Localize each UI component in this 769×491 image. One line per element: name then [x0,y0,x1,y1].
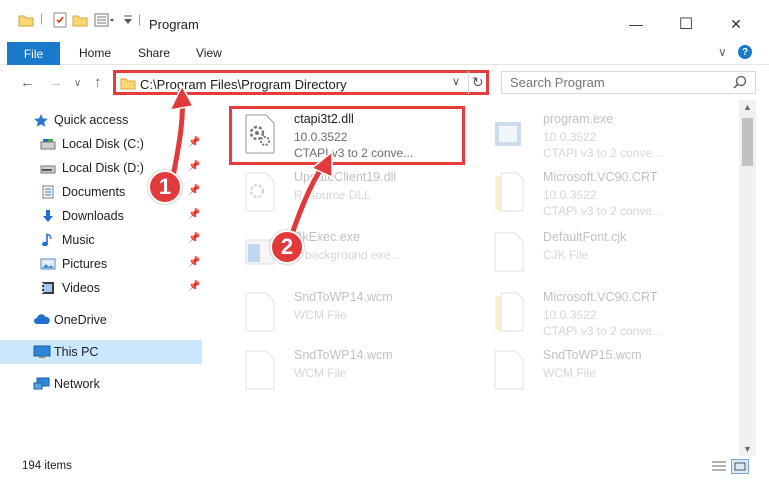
arrow-1 [168,84,195,183]
step-2-badge: 2 [270,230,304,264]
annotation-arrows [168,84,333,242]
step-1-badge: 1 [148,170,182,204]
arrow-2 [286,150,333,242]
